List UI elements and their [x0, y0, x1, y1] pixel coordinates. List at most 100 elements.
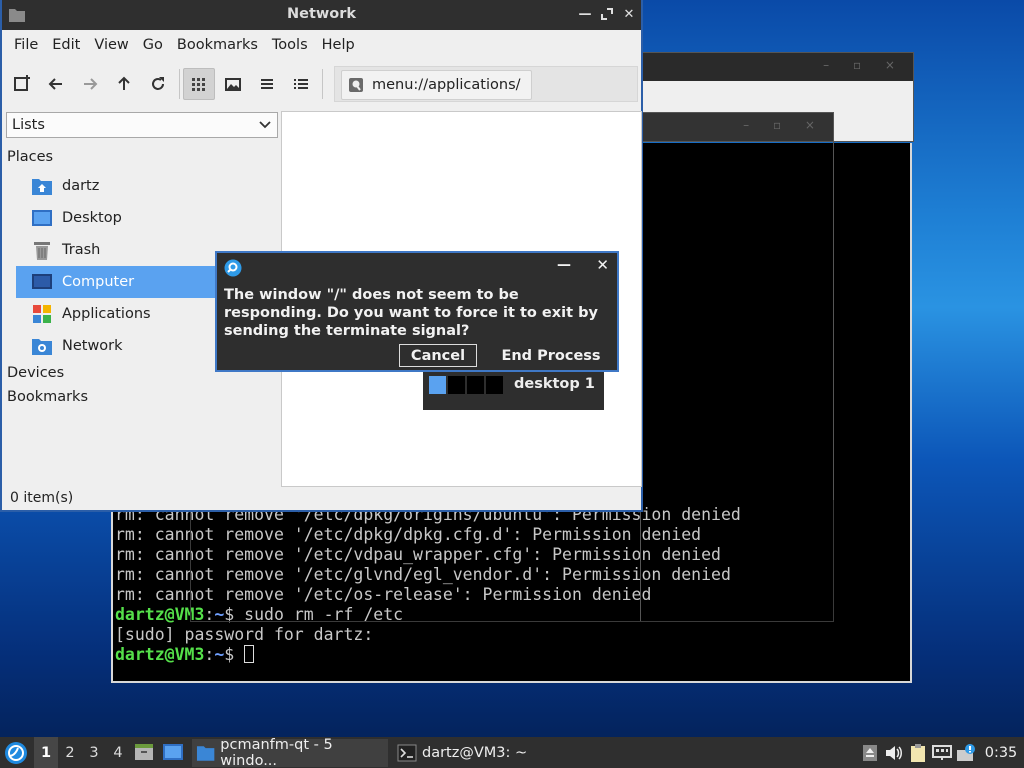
icon-view-button[interactable]	[183, 68, 215, 100]
sidebar-item-desktop[interactable]: Desktop	[16, 202, 280, 234]
desktop-icon	[163, 744, 183, 760]
trash-icon	[30, 238, 54, 262]
not-responding-dialog[interactable]: — ✕ The window "/" does not seem to be r…	[215, 251, 619, 372]
chevron-down-icon	[259, 121, 271, 129]
prompt-separator: :	[204, 605, 215, 624]
taskbar: 1 2 3 4 pcmanfm-qt - 5 windo... dartz@VM…	[0, 737, 1024, 768]
detailed-list-icon	[294, 79, 308, 89]
side-pane-mode-value: Lists	[12, 117, 45, 133]
system-tray: 0:35	[858, 737, 1024, 768]
lubuntu-logo-icon	[5, 742, 27, 764]
menu-help[interactable]: Help	[315, 37, 362, 53]
new-tab-icon	[14, 75, 30, 91]
drive-icon	[349, 78, 363, 92]
sidebar-item-dartz[interactable]: dartz	[16, 170, 280, 202]
taskbar-task-pcmanfm[interactable]: pcmanfm-qt - 5 windo...	[192, 737, 388, 768]
dialog-minimize-button[interactable]: —	[557, 257, 571, 273]
cancel-button[interactable]: Cancel	[399, 344, 477, 367]
compact-list-icon	[261, 79, 273, 89]
menu-file[interactable]: File	[7, 37, 45, 53]
task-label: dartz@VM3: ~	[422, 745, 528, 761]
back-button[interactable]	[40, 68, 72, 100]
arrow-up-icon	[118, 76, 130, 90]
network-status-icon[interactable]	[930, 737, 954, 768]
menu-tools[interactable]: Tools	[265, 37, 315, 53]
minimize-button[interactable]: —	[577, 6, 593, 22]
path-button[interactable]: menu://applications/	[341, 70, 532, 100]
close-button[interactable]: ✕	[621, 6, 637, 22]
grid-view-icon	[192, 78, 205, 91]
sudo-password-prompt: [sudo] password for dartz:	[115, 625, 374, 644]
terminal-icon	[397, 744, 417, 762]
show-desktop-button[interactable]	[162, 742, 184, 762]
reload-icon	[152, 77, 164, 90]
file-manager-launcher[interactable]	[134, 742, 154, 762]
desktop-4-button[interactable]: 4	[106, 737, 130, 768]
sidebar-item-label: Network	[62, 338, 123, 354]
desktop-pager-cell-1	[429, 376, 446, 394]
terminal-command: sudo rm -rf /etc	[244, 605, 404, 624]
maximize-button[interactable]	[599, 6, 615, 22]
volume-icon[interactable]	[882, 737, 906, 768]
end-process-button[interactable]: End Process	[493, 344, 609, 367]
clipboard-icon[interactable]	[906, 737, 930, 768]
sidebar-item-label: Trash	[62, 242, 101, 258]
desktop-pager	[429, 376, 503, 394]
sidebar-item-label: dartz	[62, 178, 100, 194]
desktop-switcher: 1 2 3 4	[34, 737, 130, 768]
computer-icon	[30, 270, 54, 294]
prompt-path: ~	[214, 605, 225, 624]
prompt-dollar: $	[224, 645, 245, 664]
places-header: Places	[7, 149, 54, 165]
eject-icon[interactable]	[858, 737, 882, 768]
dialog-app-icon	[224, 259, 242, 277]
home-folder-icon	[30, 174, 54, 198]
desktop-1-button[interactable]: 1	[34, 737, 58, 768]
desktop-icon	[30, 206, 54, 230]
update-notifier-icon[interactable]	[954, 737, 978, 768]
new-tab-button[interactable]	[6, 68, 38, 100]
side-pane-mode-select[interactable]: Lists	[6, 112, 278, 138]
status-bar-text: 0 item(s)	[10, 490, 74, 506]
clock[interactable]: 0:35	[978, 745, 1024, 761]
dialog-close-button[interactable]: ✕	[596, 256, 609, 274]
folder-icon	[196, 746, 215, 761]
reload-button[interactable]	[142, 68, 174, 100]
desktop-pager-cell-4	[486, 376, 503, 394]
sidebar-item-label: Applications	[62, 306, 151, 322]
desktop-pager-cell-3	[467, 376, 484, 394]
desktop-3-button[interactable]: 3	[82, 737, 106, 768]
network-icon	[30, 334, 54, 358]
compact-view-button[interactable]	[251, 68, 283, 100]
file-cabinet-icon	[135, 744, 153, 760]
menu-bar: File Edit View Go Bookmarks Tools Help	[2, 30, 641, 60]
forward-button[interactable]	[74, 68, 106, 100]
terminal-line: rm: cannot remove '/etc/dpkg/dpkg.cfg.d'…	[115, 525, 702, 544]
up-button[interactable]	[108, 68, 140, 100]
taskbar-task-terminal[interactable]: dartz@VM3: ~	[393, 739, 593, 767]
terminal-prompt-line[interactable]: dartz@VM3:~$	[115, 645, 910, 665]
menu-edit[interactable]: Edit	[45, 37, 87, 53]
desktop-pager-cell-2	[448, 376, 465, 394]
detail-view-button[interactable]	[285, 68, 317, 100]
desktop-2-button[interactable]: 2	[58, 737, 82, 768]
sidebar-item-label: Computer	[62, 274, 135, 290]
terminal-cursor	[244, 645, 255, 663]
menu-go[interactable]: Go	[136, 37, 170, 53]
path-bar[interactable]: menu://applications/	[334, 66, 638, 102]
prompt-separator: :	[204, 645, 215, 664]
path-text: menu://applications/	[372, 77, 521, 93]
arrow-left-icon	[48, 78, 62, 90]
prompt-dollar: $	[224, 605, 245, 624]
terminal-command-line: dartz@VM3:~$ sudo rm -rf /etc	[115, 605, 910, 625]
menu-view[interactable]: View	[87, 37, 135, 53]
start-menu-button[interactable]	[4, 741, 28, 765]
thumbnail-view-button[interactable]	[217, 68, 249, 100]
terminal-line: rm: cannot remove '/etc/vdpau_wrapper.cf…	[115, 545, 721, 564]
bookmarks-header[interactable]: Bookmarks	[6, 386, 280, 410]
window-titlebar[interactable]: Network — ✕	[2, 0, 641, 30]
desktop-name: desktop 1	[514, 376, 595, 392]
menu-bookmarks[interactable]: Bookmarks	[170, 37, 265, 53]
terminal-line: rm: cannot remove '/etc/os-release': Per…	[115, 585, 652, 604]
prompt-path: ~	[214, 645, 225, 664]
